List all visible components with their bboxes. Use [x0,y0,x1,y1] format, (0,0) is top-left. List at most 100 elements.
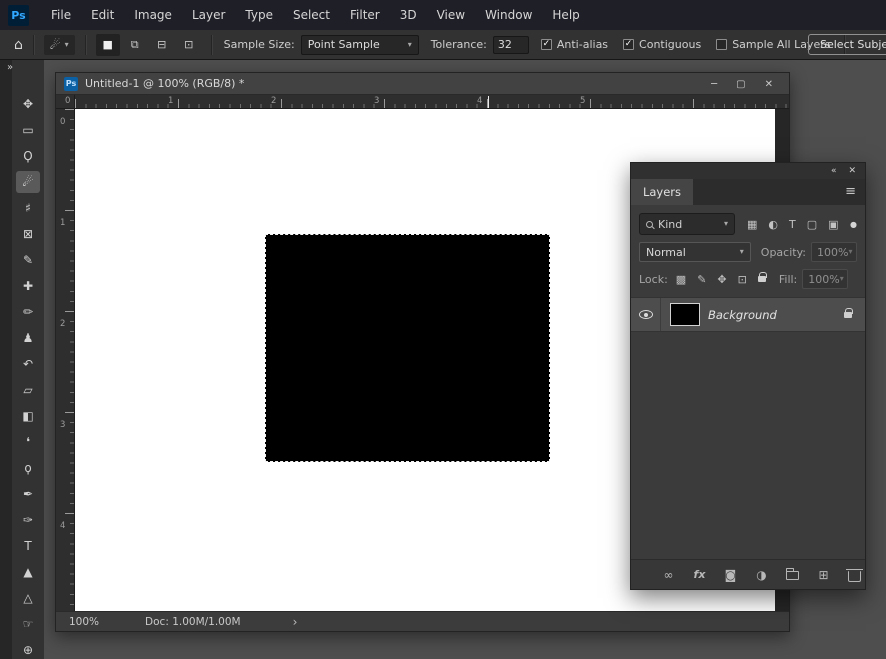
clone-stamp-tool[interactable]: ♟ [16,327,40,349]
menu-filter[interactable]: Filter [340,0,390,30]
menu-help[interactable]: Help [542,0,589,30]
adjustment-layer-icon[interactable]: ◑ [755,568,768,582]
brush-tool[interactable]: ✏ [16,301,40,323]
move-tool[interactable]: ✥ [16,93,40,115]
menu-window[interactable]: Window [475,0,542,30]
type-tool[interactable]: T [16,535,40,557]
delete-layer-icon[interactable] [848,571,861,582]
status-options-icon[interactable]: › [293,615,298,629]
lock-paint-icon[interactable]: ✎ [697,273,706,286]
vertical-ruler[interactable]: 01234 [56,109,75,613]
filter-shape-layers-icon[interactable]: ▢ [807,218,817,231]
spot-healing-brush-tool[interactable]: ✚ [16,275,40,297]
horizontal-ruler[interactable]: 012345 [75,95,790,109]
menu-image[interactable]: Image [124,0,182,30]
panel-tab-bar: Layers ≡ [631,179,865,205]
path-selection-tool[interactable]: ▲ [16,561,40,583]
lock-position-icon[interactable]: ✥ [717,273,726,286]
menu-3d[interactable]: 3D [390,0,427,30]
select-subject-button[interactable]: Select Subject [808,34,886,55]
filter-toggle-icon[interactable]: ● [850,220,857,229]
close-panel-icon[interactable]: ✕ [848,167,856,176]
menu-type[interactable]: Type [235,0,283,30]
close-button[interactable]: ✕ [765,79,773,90]
subtract-from-selection-button[interactable]: ⊟ [150,34,174,56]
lock-transparency-icon[interactable]: ▩ [676,273,686,286]
opacity-value[interactable]: 100% ▾ [811,242,857,262]
lock-artboard-icon[interactable]: ⊡ [738,273,747,286]
new-selection-button[interactable]: ■ [96,34,120,56]
menu-select[interactable]: Select [283,0,340,30]
layer-thumbnail[interactable] [670,303,700,326]
tolerance-input[interactable] [493,36,529,54]
filter-smart-objects-icon[interactable]: ▣ [828,218,838,231]
collapse-panel-icon[interactable]: « [831,167,837,176]
hand-tool[interactable]: ☞ [16,613,40,635]
gradient-tool[interactable]: ◧ [16,405,40,427]
layer-mask-icon[interactable]: ◙ [724,568,737,582]
tolerance-label: Tolerance: [431,38,487,51]
filter-pixel-layers-icon[interactable]: ▦ [747,218,757,231]
dodge-tool[interactable]: ϙ [16,457,40,479]
menu-layer[interactable]: Layer [182,0,235,30]
caret-down-icon: ▾ [724,220,728,228]
panel-menu-icon[interactable]: ≡ [845,184,856,199]
history-brush-tool[interactable]: ↶ [16,353,40,375]
blend-mode-select[interactable]: Normal ▾ [639,242,751,262]
sample-size-select[interactable]: Point Sample ▾ [301,35,419,55]
tools-panel: ✥ ▭ Ϙ ☄ ♯ ⊠ ✎ ✚ ✏ ♟ ↶ ▱ ◧ ❛ ϙ ✒ ✑ T ▲ △ ☞ ⊕ [12,60,44,659]
menu-edit[interactable]: Edit [81,0,124,30]
add-to-selection-button[interactable]: ⧉ [123,34,147,56]
new-layer-icon[interactable]: ⊞ [817,568,830,582]
frame-tool[interactable]: ⊠ [16,223,40,245]
contiguous-checkbox[interactable]: ✓ Contiguous [623,38,701,51]
ruler-number: 5 [580,96,585,106]
fx-icon[interactable]: fx [693,568,706,581]
checkbox-box: ✓ [716,39,727,50]
link-layers-icon[interactable]: ∞ [662,568,675,582]
layer-filter-buttons: ▦ ◐ T ▢ ▣ [747,218,839,231]
eyedropper-tool[interactable]: ✎ [16,249,40,271]
eraser-tool[interactable]: ▱ [16,379,40,401]
lock-label: Lock: [639,273,668,286]
selection-marquee[interactable] [265,234,550,462]
magic-wand-tool[interactable]: ☄ [16,171,40,193]
visibility-toggle[interactable] [631,298,661,331]
crop-tool[interactable]: ♯ [16,197,40,219]
filter-type-layers-icon[interactable]: T [789,218,796,231]
document-titlebar[interactable]: Ps Untitled-1 @ 100% (RGB/8) * ─ ▢ ✕ [56,73,789,95]
menu-view[interactable]: View [427,0,475,30]
magic-wand-icon: ☄ [50,38,61,52]
lock-row: Lock: ▩✎✥⊡ Fill: 100% ▾ [639,269,857,289]
rectangular-marquee-tool[interactable]: ▭ [16,119,40,141]
tool-preset-picker[interactable]: ☄ ▾ [44,35,75,55]
zoom-tool[interactable]: ⊕ [16,639,40,659]
sample-size-value: Point Sample [308,38,380,51]
blur-tool[interactable]: ❛ [16,431,40,453]
menu-file[interactable]: File [41,0,81,30]
zoom-level[interactable]: 100% [69,616,99,628]
fill-value[interactable]: 100% ▾ [802,269,848,289]
tool-icon: ⊠ [23,227,33,241]
pen-tool[interactable]: ✒ [16,483,40,505]
tab-layers[interactable]: Layers [631,179,693,205]
lasso-tool[interactable]: Ϙ [16,145,40,167]
filter-kind-select[interactable]: Kind ▾ [639,213,735,235]
checkbox-label: Contiguous [639,38,701,51]
lock-all-icon[interactable] [758,276,766,282]
home-icon[interactable]: ⌂ [14,37,23,53]
new-group-icon[interactable] [786,571,799,580]
anti-alias-checkbox[interactable]: ✓ Anti-alias [541,38,608,51]
direct-selection-tool[interactable]: △ [16,587,40,609]
intersect-selection-button[interactable]: ⊡ [177,34,201,56]
layer-row-background[interactable]: Background [631,298,865,332]
tool-icon: ✑ [23,513,33,527]
maximize-button[interactable]: ▢ [736,79,745,90]
freeform-pen-tool[interactable]: ✑ [16,509,40,531]
ruler-number: 1 [60,218,65,228]
filter-adjustment-layers-icon[interactable]: ◐ [768,218,778,231]
minimize-button[interactable]: ─ [711,79,717,90]
expand-dock-icon[interactable]: » [7,62,13,73]
menu-bar: Ps FileEditImageLayerTypeSelectFilter3DV… [0,0,886,30]
ruler-number: 3 [374,96,379,106]
